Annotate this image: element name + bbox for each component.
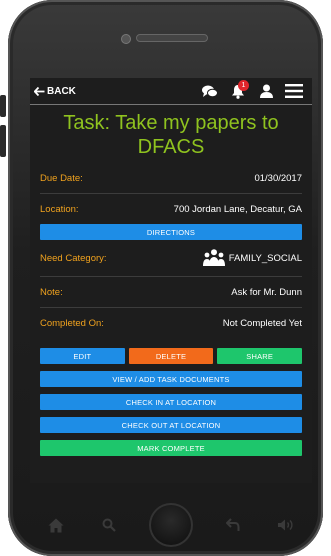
note-label: Note:	[40, 286, 63, 298]
volume-icon	[277, 519, 293, 531]
delete-button[interactable]: DELETE	[128, 348, 214, 364]
location-label: Location:	[40, 203, 79, 215]
top-bar: BACK 1	[30, 78, 312, 105]
front-camera	[121, 34, 131, 44]
task-actions: VIEW / ADD TASK DOCUMENTS CHECK IN AT LO…	[30, 371, 312, 456]
notification-badge: 1	[238, 80, 249, 91]
back-icon	[226, 518, 240, 531]
directions-button[interactable]: DIRECTIONS	[40, 224, 302, 240]
check-out-button[interactable]: CHECK OUT AT LOCATION	[40, 417, 302, 433]
mark-complete-button[interactable]: MARK COMPLETE	[40, 440, 302, 456]
profile-button[interactable]	[254, 81, 278, 101]
menu-icon	[285, 84, 303, 98]
share-button[interactable]: SHARE	[217, 348, 303, 364]
search-icon	[102, 518, 116, 532]
back-label: BACK	[47, 85, 76, 97]
due-date-value: 01/30/2017	[254, 172, 302, 184]
note-value: Ask for Mr. Dunn	[231, 286, 302, 298]
due-date-row: Due Date: 01/30/2017	[40, 163, 302, 194]
action-button-row: EDIT DELETE SHARE	[40, 348, 303, 364]
nav-back[interactable]	[221, 513, 245, 537]
nav-search[interactable]	[97, 513, 121, 537]
earpiece-speaker	[136, 34, 208, 42]
nav-volume[interactable]	[274, 513, 298, 537]
phone-nav-bar	[30, 495, 312, 555]
app-screen: BACK 1 Task: Take my papers to DFACS Due…	[30, 78, 312, 483]
edit-button[interactable]: EDIT	[40, 348, 125, 364]
phone-home-button[interactable]	[148, 503, 193, 547]
volume-side-button	[0, 95, 6, 117]
notifications-button[interactable]: 1	[226, 80, 250, 101]
task-title: Task: Take my papers to DFACS	[63, 112, 279, 158]
task-documents-button[interactable]: VIEW / ADD TASK DOCUMENTS	[40, 371, 302, 387]
family-icon	[202, 249, 225, 266]
back-button[interactable]: BACK	[34, 86, 76, 97]
chat-icon	[202, 85, 218, 97]
need-category-value: FAMILY_SOCIAL	[228, 252, 302, 264]
nav-home[interactable]	[44, 513, 68, 537]
completed-on-label: Completed On:	[40, 317, 104, 329]
need-category-value-group: FAMILY_SOCIAL	[202, 249, 302, 267]
check-in-button[interactable]: CHECK IN AT LOCATION	[40, 394, 302, 410]
need-category-label: Need Category:	[40, 252, 107, 264]
location-value: 700 Jordan Lane, Decatur, GA	[173, 203, 302, 215]
note-row: Note: Ask for Mr. Dunn	[40, 277, 302, 308]
due-date-label: Due Date:	[40, 172, 83, 184]
completed-on-row: Completed On: Not Completed Yet	[40, 308, 302, 338]
need-category-row: Need Category: FAMILY_SOCIAL	[40, 240, 302, 277]
power-side-button	[0, 125, 6, 157]
chat-button[interactable]	[198, 81, 222, 101]
menu-button[interactable]	[282, 81, 306, 101]
user-icon	[259, 84, 273, 98]
completed-on-value: Not Completed Yet	[222, 317, 302, 329]
location-row: Location: 700 Jordan Lane, Decatur, GA	[40, 194, 302, 224]
home-icon	[48, 518, 64, 532]
back-arrow-icon	[34, 86, 45, 96]
